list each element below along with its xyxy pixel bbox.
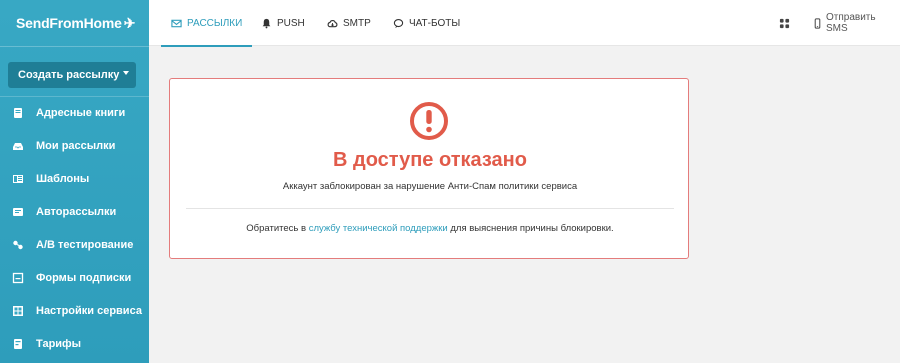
form-icon	[12, 272, 24, 284]
chevron-down-icon[interactable]	[123, 71, 129, 75]
inbox-icon	[12, 140, 24, 152]
send-sms-link[interactable]: Отправить SMS	[812, 0, 900, 46]
brand-plane-icon: ✈	[123, 14, 136, 31]
sidebar-item-address-books[interactable]: Адресные книги	[0, 96, 149, 129]
create-campaign-label: Создать рассылку	[18, 69, 120, 81]
send-sms-label: Отправить SMS	[826, 12, 876, 34]
logo[interactable]: SendFromHome ✈	[0, 0, 149, 46]
support-note: Обратитесь в службу технической поддержк…	[170, 223, 690, 234]
phone-icon	[814, 17, 821, 29]
exclamation-circle-icon	[410, 102, 448, 140]
sidebar-item-label: Формы подписки	[36, 271, 132, 284]
support-link[interactable]: службу технической поддержки	[309, 223, 448, 234]
tab-push[interactable]: PUSH	[261, 0, 305, 46]
brand-name: SendFromHome	[16, 15, 122, 31]
tab-label: SMTP	[343, 17, 371, 29]
card-divider	[186, 208, 674, 209]
sidebar-item-label: Авторассылки	[36, 205, 117, 218]
template-icon	[12, 173, 24, 185]
active-tab-indicator	[161, 45, 253, 47]
create-campaign-button[interactable]: Создать рассылку	[8, 62, 136, 88]
tab-label: ЧАТ-БОТЫ	[409, 17, 461, 29]
tab-smtp[interactable]: SMTP	[327, 0, 371, 46]
sidebar-item-label: Тарифы	[36, 337, 82, 350]
sidebar-item-label: Мои рассылки	[36, 139, 116, 152]
sidebar-item-autoresponders[interactable]: Авторассылки	[0, 195, 149, 228]
sidebar: SendFromHome ✈ Создать рассылку Адресные…	[0, 0, 149, 363]
sidebar-item-label: A/B тестирование	[36, 238, 134, 251]
chat-icon	[393, 18, 404, 28]
tariff-icon	[12, 338, 24, 350]
block-reason-text: Аккаунт заблокирован за нарушение Анти-С…	[282, 181, 578, 192]
access-denied-card: В доступе отказано Аккаунт заблокирован …	[169, 78, 689, 259]
cloud-icon	[327, 19, 338, 27]
sidebar-item-tariffs[interactable]: Тарифы	[0, 327, 149, 360]
sidebar-item-my-campaigns[interactable]: Мои рассылки	[0, 129, 149, 162]
support-note-prefix: Обратитесь в	[246, 223, 309, 234]
book-icon	[12, 107, 24, 119]
logo-divider	[0, 46, 149, 47]
sidebar-item-subscription-forms[interactable]: Формы подписки	[0, 261, 149, 294]
apps-grid-icon	[779, 18, 790, 28]
sidebar-item-service-settings[interactable]: Настройки сервиса	[0, 294, 149, 327]
sidebar-item-label: Адресные книги	[36, 106, 126, 119]
bell-icon	[262, 18, 271, 28]
settings-icon	[12, 305, 24, 317]
envelope-icon	[171, 19, 182, 27]
apps-button[interactable]	[779, 0, 790, 46]
sidebar-item-label: Шаблоны	[36, 172, 90, 185]
sidebar-menu: Адресные книги Мои рассылки Шаблоны Авто…	[0, 96, 149, 360]
tab-label: PUSH	[277, 17, 305, 29]
sidebar-item-templates[interactable]: Шаблоны	[0, 162, 149, 195]
sidebar-item-label: Настройки сервиса	[36, 304, 142, 317]
support-note-suffix: для выяснения причины блокировки.	[447, 223, 614, 234]
ab-test-icon	[12, 239, 24, 251]
top-navigation: РАССЫЛКИ PUSH SMTP ЧАТ-БОТЫ Отправить SM…	[149, 0, 900, 47]
tab-label: РАССЫЛКИ	[187, 17, 243, 29]
sidebar-item-ab-testing[interactable]: A/B тестирование	[0, 228, 149, 261]
autoresponder-icon	[12, 206, 24, 218]
access-denied-title: В доступе отказано	[333, 149, 527, 171]
tab-campaigns[interactable]: РАССЫЛКИ	[161, 0, 253, 47]
tab-chatbots[interactable]: ЧАТ-БОТЫ	[393, 0, 460, 46]
